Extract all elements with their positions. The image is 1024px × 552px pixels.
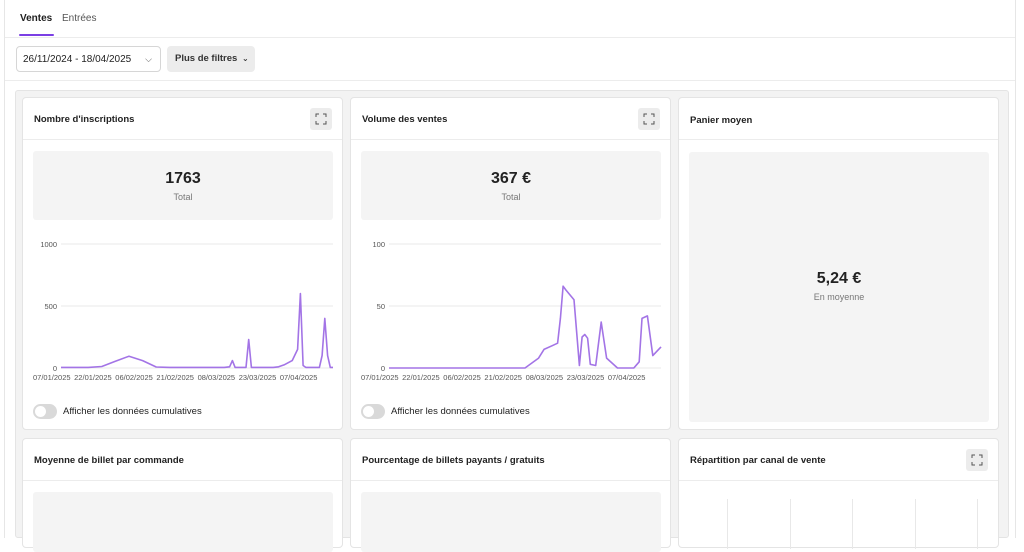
series-line: [61, 292, 333, 369]
stat-box: 367 € Total: [361, 151, 661, 220]
card-moyenne-billet: Moyenne de billet par commande: [22, 438, 343, 552]
x-tick-label: 21/02/2025: [484, 373, 522, 382]
inscriptions-chart: 0 500 1000 07/01/2025 22/01/2025 06/02/2025 21…: [33, 240, 333, 382]
y-tick-label: 500: [44, 302, 57, 311]
card-header: Nombre d'inscriptions: [23, 98, 342, 140]
more-filters-label: Plus de filtres: [175, 53, 238, 64]
x-tick-label: 21/02/2025: [156, 373, 194, 382]
card-header: Panier moyen: [679, 98, 998, 140]
tab-bar: Ventes Entrées: [5, 0, 1015, 38]
card-title: Répartition par canal de vente: [690, 455, 826, 466]
grid-line: [915, 499, 916, 549]
tab-entrees[interactable]: Entrées: [62, 13, 96, 24]
x-tick-label: 07/04/2025: [280, 373, 318, 382]
x-tick-label: 06/02/2025: [115, 373, 153, 382]
expand-icon: [643, 113, 655, 125]
card-pourcentage-billets: Pourcentage de billets payants / gratuit…: [350, 438, 671, 552]
x-tick-label: 22/01/2025: [74, 373, 112, 382]
stat-value: 367 €: [490, 170, 532, 187]
cumulative-toggle[interactable]: [361, 404, 385, 419]
stat-label: En moyenne: [813, 292, 865, 302]
x-tick-label: 08/03/2025: [198, 373, 236, 382]
series-line: [389, 285, 662, 369]
grid-line: [852, 499, 853, 549]
cumulative-toggle-label: Afficher les données cumulatives: [391, 406, 530, 417]
grid-line: [977, 499, 978, 549]
date-range-value: 26/11/2024 - 18/04/2025: [23, 54, 132, 65]
stat-label: Total: [173, 192, 193, 202]
x-tick-label: 23/03/2025: [567, 373, 605, 382]
x-tick-label: 07/01/2025: [33, 373, 71, 382]
loading-placeholder: [361, 492, 661, 552]
x-tick-label: 08/03/2025: [526, 373, 564, 382]
y-tick-label: 0: [381, 364, 385, 373]
grid-line: [790, 499, 791, 549]
card-panier-moyen: Panier moyen 5,24 € En moyenne: [678, 97, 999, 430]
stat-label: Total: [501, 192, 521, 202]
expand-icon: [971, 454, 983, 466]
widgets-grid: Nombre d'inscriptions 1763 Total 0 500 100…: [15, 90, 1009, 552]
card-volume-ventes: Volume des ventes 367 € Total 0 50 100 07/0…: [350, 97, 671, 430]
y-tick-label: 100: [372, 240, 385, 249]
y-tick-label: 0: [53, 364, 57, 373]
expand-icon: [315, 113, 327, 125]
cumulative-toggle[interactable]: [33, 404, 57, 419]
card-inscriptions: Nombre d'inscriptions 1763 Total 0 500 100…: [22, 97, 343, 430]
more-filters-button[interactable]: Plus de filtres ⌄: [167, 46, 255, 72]
x-tick-label: 22/01/2025: [402, 373, 440, 382]
ventes-chart: 0 50 100 07/01/2025 22/01/2025 06/02/2025 21/0…: [361, 240, 662, 382]
card-header: Pourcentage de billets payants / gratuit…: [351, 439, 670, 481]
stat-box: 5,24 € En moyenne: [689, 152, 989, 422]
x-tick-label: 23/03/2025: [239, 373, 277, 382]
stat-value: 1763: [165, 170, 201, 187]
chevron-down-icon: ⌵: [145, 54, 152, 64]
stat-box: 1763 Total: [33, 151, 333, 220]
card-title: Volume des ventes: [362, 114, 448, 125]
stat-value: 5,24 €: [816, 270, 862, 287]
active-tab-indicator: [19, 34, 54, 36]
card-header: Moyenne de billet par commande: [23, 439, 342, 481]
cumulative-toggle-label: Afficher les données cumulatives: [63, 406, 202, 417]
expand-button[interactable]: [310, 108, 332, 130]
grid-line: [727, 499, 728, 549]
filter-bar: 26/11/2024 - 18/04/2025 ⌵ Plus de filtre…: [5, 38, 1015, 81]
loading-placeholder: [33, 492, 333, 552]
card-repartition-canal: Répartition par canal de vente: [678, 438, 999, 549]
expand-button[interactable]: [638, 108, 660, 130]
card-title: Panier moyen: [690, 115, 753, 126]
tab-ventes[interactable]: Ventes: [20, 13, 52, 24]
x-tick-label: 07/04/2025: [608, 373, 646, 382]
expand-button[interactable]: [966, 449, 988, 471]
chevron-down-icon: ⌄: [241, 54, 249, 63]
dashboard-app: Ventes Entrées 26/11/2024 - 18/04/2025 ⌵…: [4, 0, 1016, 552]
x-tick-label: 06/02/2025: [443, 373, 481, 382]
y-tick-label: 1000: [40, 240, 57, 249]
card-header: Répartition par canal de vente: [679, 439, 998, 481]
card-header: Volume des ventes: [351, 98, 670, 140]
card-title: Pourcentage de billets payants / gratuit…: [362, 455, 545, 466]
card-title: Nombre d'inscriptions: [34, 114, 135, 125]
card-title: Moyenne de billet par commande: [34, 455, 184, 466]
x-tick-label: 07/01/2025: [361, 373, 399, 382]
y-tick-label: 50: [377, 302, 385, 311]
date-range-select[interactable]: 26/11/2024 - 18/04/2025 ⌵: [16, 46, 161, 72]
